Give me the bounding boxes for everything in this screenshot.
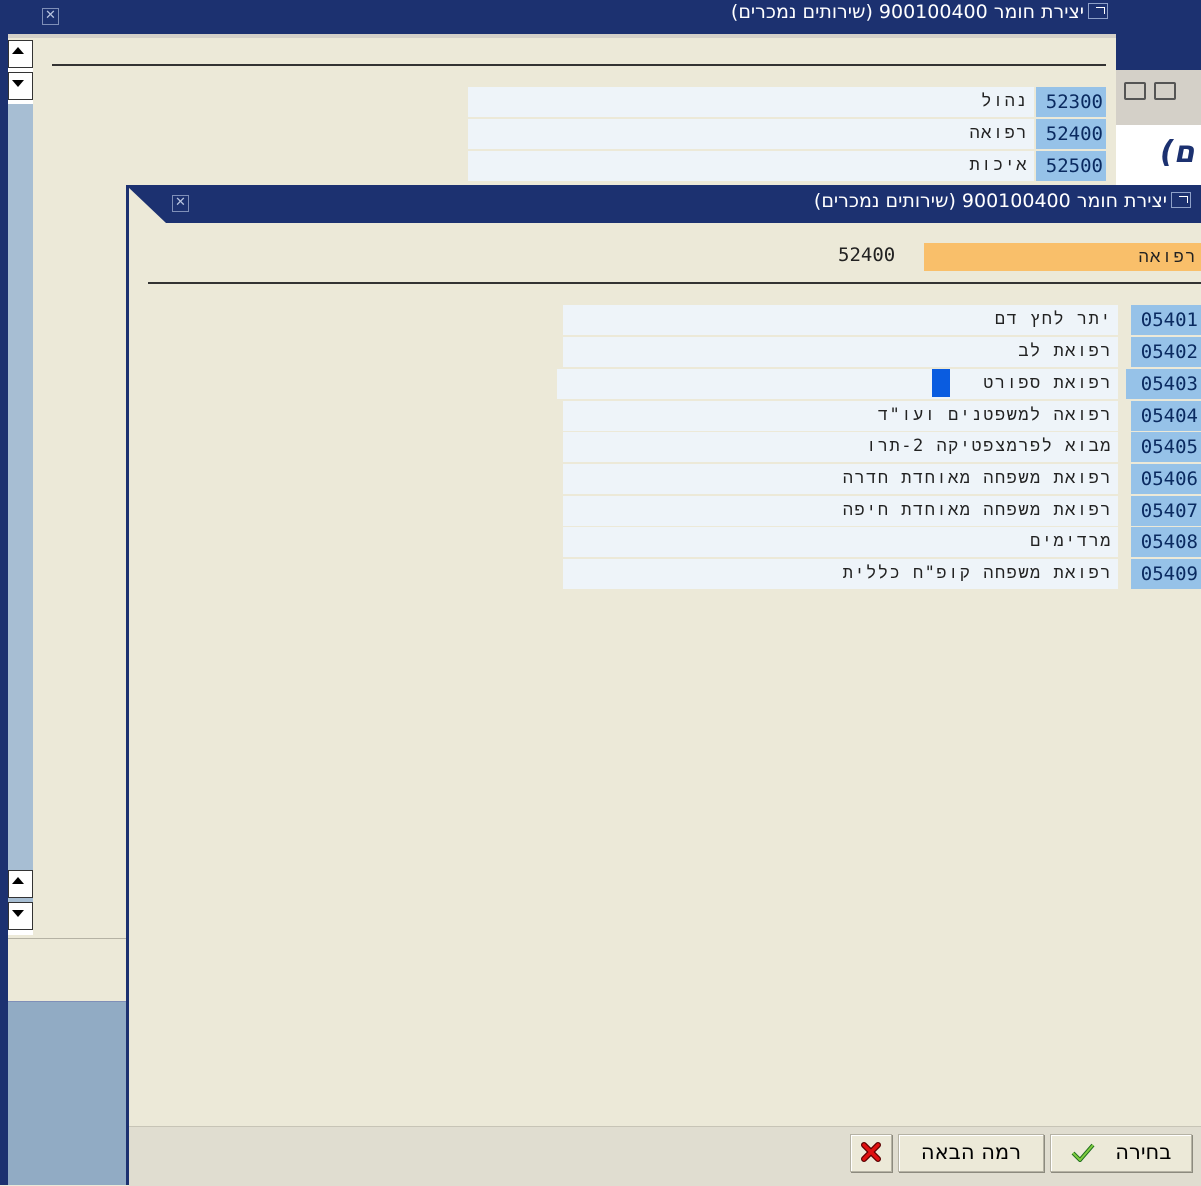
background-separator xyxy=(52,64,1106,66)
window-icon xyxy=(1171,192,1191,208)
list-item-label[interactable]: מבוא לפרמצפטיקה 2-תרו xyxy=(563,432,1118,462)
scroll-down-button[interactable] xyxy=(8,72,33,100)
arrow-up-icon xyxy=(12,877,24,884)
choose-button-label: בחירה xyxy=(1115,1140,1172,1164)
right-toolbar xyxy=(1116,70,1201,125)
list-item-code[interactable]: 05403 xyxy=(1126,369,1201,399)
arrow-up-icon xyxy=(12,47,24,54)
cancel-icon xyxy=(860,1140,882,1164)
arrow-down-icon xyxy=(12,910,24,917)
list-item-label[interactable]: רפואת ספורט xyxy=(557,369,1118,399)
dialog-close-icon[interactable]: ✕ xyxy=(172,195,189,212)
dialog-title-bar: ✕ יצירת חומר 900100400 (שירותים נמכרים) xyxy=(126,185,1201,223)
dialog-separator xyxy=(148,282,1201,284)
right-window-title xyxy=(1116,0,1201,70)
list-item-label[interactable]: רפואת משפחה קופ"ח כללית xyxy=(563,559,1118,589)
background-row-label: איכות xyxy=(468,151,1034,181)
background-row-code[interactable]: 52500 xyxy=(1036,151,1106,181)
background-status-area xyxy=(8,1002,128,1185)
scroll-up-button-lower[interactable] xyxy=(8,870,33,898)
window-left-frame xyxy=(0,0,8,1185)
background-row-code[interactable]: 52300 xyxy=(1036,87,1106,117)
left-scrollbar[interactable] xyxy=(8,40,33,935)
list-item-code[interactable]: 05404 xyxy=(1131,401,1201,431)
list-item-label[interactable]: רפואת לב xyxy=(563,337,1118,367)
title-strip xyxy=(8,34,1116,38)
scroll-track[interactable] xyxy=(8,104,33,908)
list-item-label[interactable]: רפואה למשפטנים ועו"ד xyxy=(563,401,1118,431)
list-item-label[interactable]: מרדימים xyxy=(563,527,1118,557)
right-window-edge: (ם xyxy=(1116,0,1201,185)
list-item-label[interactable]: רפואת משפחה מאוחדת חדרה xyxy=(563,464,1118,494)
list-item-code[interactable]: 05402 xyxy=(1131,337,1201,367)
background-row-label: נהול xyxy=(468,87,1034,117)
background-close-icon[interactable]: ✕ xyxy=(42,8,59,25)
toolbar-folder-up-icon[interactable] xyxy=(1124,82,1146,100)
checkmark-icon xyxy=(1071,1135,1095,1169)
next-level-button-label: רמה הבאה xyxy=(920,1140,1022,1164)
list-item-code[interactable]: 05409 xyxy=(1131,559,1201,589)
cancel-button[interactable] xyxy=(850,1134,892,1172)
background-row-code[interactable]: 52400 xyxy=(1036,119,1106,149)
list-item-code[interactable]: 05401 xyxy=(1131,305,1201,335)
list-item-code[interactable]: 05406 xyxy=(1131,464,1201,494)
scroll-up-button[interactable] xyxy=(8,40,33,68)
scroll-down-button-lower[interactable] xyxy=(8,902,33,930)
toolbar-folder-icon[interactable] xyxy=(1154,82,1176,100)
selected-node-label: רפואה xyxy=(924,243,1201,271)
dialog-title: יצירת חומר 900100400 (שירותים נמכרים) xyxy=(814,190,1191,212)
choose-button[interactable]: בחירה xyxy=(1050,1134,1192,1172)
list-item-label[interactable]: יתר לחץ דם xyxy=(563,305,1118,335)
right-partial-heading: (ם xyxy=(1160,135,1195,170)
background-title: יצירת חומר 900100400 (שירותים נמכרים) xyxy=(731,1,1108,23)
selected-node-label-text: רפואה xyxy=(1138,247,1197,267)
window-icon xyxy=(1088,3,1108,19)
next-level-button[interactable]: רמה הבאה xyxy=(898,1134,1044,1172)
arrow-down-icon xyxy=(12,80,24,87)
selected-node-code: 52400 xyxy=(838,244,896,266)
list-item-label[interactable]: רפואת משפחה מאוחדת חיפה xyxy=(563,496,1118,526)
list-item-code[interactable]: 05408 xyxy=(1131,527,1201,557)
list-item-code[interactable]: 05405 xyxy=(1131,432,1201,462)
background-title-bar: ✕ יצירת חומר 900100400 (שירותים נמכרים) xyxy=(8,0,1118,34)
background-row-label: רפואה xyxy=(468,119,1034,149)
background-bottom-bar xyxy=(8,938,128,1003)
list-item-code[interactable]: 05407 xyxy=(1131,496,1201,526)
text-cursor xyxy=(932,369,950,397)
